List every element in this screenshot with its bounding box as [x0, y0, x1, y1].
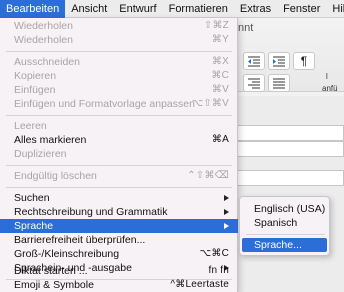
menu-item-label: Einfügen und Formatvorlage anpassen [14, 98, 195, 110]
menu-item-paste[interactable]: Einfügen ⌘V [0, 83, 238, 97]
submenu-item-english-us[interactable]: Englisch (USA) [242, 202, 327, 216]
decrease-indent-icon [248, 56, 260, 67]
menu-bearbeiten[interactable]: Bearbeiten [0, 0, 66, 18]
menu-item-shortcut: ⌘X [211, 56, 229, 67]
menu-item-shortcut: ^⌘Leertaste [170, 279, 229, 290]
menu-entwurf[interactable]: Entwurf [113, 0, 162, 18]
menu-hilfe[interactable]: Hilfe [326, 0, 344, 18]
menu-item-repeat[interactable]: Wiederholen ⌘Y [0, 33, 238, 47]
document-field-1[interactable] [232, 125, 344, 141]
menu-item-label: Rechtschreibung und Grammatik [14, 206, 168, 218]
menu-ansicht[interactable]: Ansicht [65, 0, 113, 18]
ribbon-side-label: anfü [322, 84, 338, 93]
submenu-item-label: Sprache... [254, 239, 302, 251]
menu-item-label: Kopieren [14, 70, 57, 82]
menu-item-select-all[interactable]: Alles markieren ⌘A [0, 133, 238, 147]
language-submenu: Englisch (USA) Spanisch Sprache... [239, 196, 330, 256]
menu-item-clear[interactable]: Leeren [0, 119, 238, 133]
menu-item-label: Groß-/Kleinschreibung [14, 248, 120, 260]
menu-separator [6, 187, 232, 188]
menu-item-label: Wiederholen [14, 20, 73, 32]
show-formatting-button[interactable]: ¶ [293, 52, 315, 70]
menu-fenster[interactable]: Fenster [277, 0, 326, 18]
decrease-indent-button[interactable] [243, 52, 265, 70]
menu-item-delete-permanently[interactable]: Endgültig löschen ⌃⇧⌘⌫ [0, 169, 238, 183]
menu-item-shortcut: ⌥⇧⌘V [191, 98, 229, 109]
menu-item-label: Einfügen [14, 84, 56, 96]
menu-item-label: Wiederholen [14, 34, 73, 46]
menu-separator [6, 165, 232, 166]
menu-item-label: Endgültig löschen [14, 170, 97, 182]
menu-separator [6, 51, 232, 52]
menu-item-shortcut: fn fn [208, 265, 229, 276]
menu-item-label: Emoji & Symbole [14, 279, 94, 291]
menu-item-find[interactable]: Suchen [0, 191, 238, 205]
menu-item-emoji-symbols[interactable]: Emoji & Symbole ^⌘Leertaste [0, 278, 238, 292]
submenu-arrow-icon [224, 209, 229, 215]
align-right-button[interactable] [243, 74, 265, 92]
menu-separator [6, 115, 232, 116]
submenu-item-label: Englisch (USA) [254, 203, 326, 215]
menu-item-shortcut: ⌥⌘C [199, 248, 229, 259]
menu-item-label: Diktat starten ... [14, 265, 88, 277]
submenu-arrow-icon [224, 223, 229, 229]
justify-icon [273, 78, 285, 89]
menu-item-shortcut: ⌘A [211, 134, 229, 145]
menu-item-label: Duplizieren [14, 148, 67, 160]
menu-item-label: Suchen [14, 192, 50, 204]
document-field-3[interactable] [232, 170, 344, 186]
menu-item-label: Ausschneiden [14, 56, 80, 68]
menu-item-start-dictation[interactable]: Diktat starten ... fn fn [0, 264, 238, 278]
menu-item-shortcut: ⇧⌘Z [203, 20, 229, 31]
menu-item-label: Leeren [14, 120, 47, 132]
menu-item-copy[interactable]: Kopieren ⌘C [0, 69, 238, 83]
menu-formatieren[interactable]: Formatieren [163, 0, 234, 18]
submenu-item-spanish[interactable]: Spanisch [242, 216, 327, 230]
menu-item-change-case[interactable]: Groß-/Kleinschreibung ⌥⌘C [0, 247, 238, 261]
increase-indent-button[interactable] [268, 52, 290, 70]
increase-indent-icon [273, 56, 285, 67]
menu-item-paste-match-style[interactable]: Einfügen und Formatvorlage anpassen ⌥⇧⌘V [0, 97, 238, 111]
menu-item-label: Alles markieren [14, 134, 87, 146]
menu-item-shortcut: ⌘Y [211, 34, 229, 45]
align-right-icon [248, 78, 260, 89]
ribbon-side-label-top: l [326, 72, 328, 81]
menu-item-cut[interactable]: Ausschneiden ⌘X [0, 55, 238, 69]
menu-item-redo[interactable]: Wiederholen ⇧⌘Z [0, 19, 238, 33]
menu-bar: Bearbeiten Ansicht Entwurf Formatieren E… [0, 0, 344, 18]
menu-item-shortcut: ⌘C [211, 70, 229, 81]
justify-button[interactable] [268, 74, 290, 92]
window-title-fragment: nnt [238, 22, 254, 34]
pilcrow-icon: ¶ [300, 54, 308, 68]
submenu-item-language-dialog[interactable]: Sprache... [242, 238, 327, 252]
edit-menu: Wiederholen ⇧⌘Z Wiederholen ⌘Y Ausschnei… [0, 18, 238, 292]
menu-extras[interactable]: Extras [234, 0, 277, 18]
menu-item-shortcut: ⌘V [211, 84, 229, 95]
submenu-arrow-icon [224, 195, 229, 201]
document-field-2[interactable] [232, 141, 344, 157]
menu-item-language[interactable]: Sprache [0, 219, 238, 233]
menu-item-accessibility-check[interactable]: Barrierefreiheit überprüfen... [0, 233, 238, 247]
submenu-separator [246, 234, 325, 235]
menu-item-label: Barrierefreiheit überprüfen... [14, 234, 146, 246]
menu-item-spelling-grammar[interactable]: Rechtschreibung und Grammatik [0, 205, 238, 219]
submenu-item-label: Spanisch [254, 217, 298, 229]
menu-item-shortcut: ⌃⇧⌘⌫ [187, 170, 229, 181]
menu-item-duplicate[interactable]: Duplizieren [0, 147, 238, 161]
menu-item-label: Sprache [14, 220, 54, 232]
